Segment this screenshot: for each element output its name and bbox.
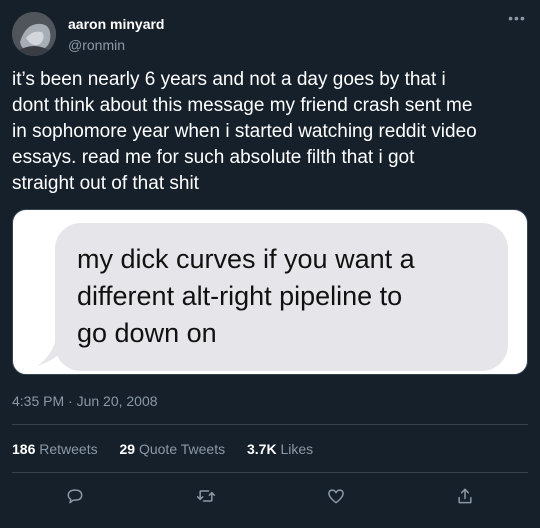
tweet-card: aaron minyard @ronmin ••• it’s been near…	[0, 0, 540, 528]
avatar[interactable]	[12, 12, 56, 56]
likes-label: Likes	[280, 441, 314, 457]
quote-tweets-label: Quote Tweets	[138, 441, 226, 457]
tweet-header: aaron minyard @ronmin •••	[12, 11, 528, 56]
retweet-icon[interactable]	[194, 484, 218, 508]
tweet-timestamp[interactable]: 4:35 PM · Jun 20, 2008	[12, 392, 158, 410]
like-icon[interactable]	[324, 484, 348, 508]
share-icon[interactable]	[453, 484, 477, 508]
more-options-icon[interactable]: •••	[506, 11, 528, 30]
tweet-text: it’s been nearly 6 years and not a day g…	[12, 69, 477, 194]
display-name[interactable]: aaron minyard	[68, 15, 164, 33]
message-bubble-text: my dick curves if you want a different a…	[77, 244, 415, 348]
likes-count: 3.7K	[247, 441, 277, 457]
divider	[12, 424, 528, 425]
divider	[12, 472, 528, 473]
tweet-actions	[0, 484, 540, 508]
quote-tweets-stat[interactable]: 29 Quote Tweets	[120, 440, 226, 458]
retweets-count: 186	[12, 441, 36, 457]
likes-stat[interactable]: 3.7K Likes	[247, 440, 313, 458]
reply-icon[interactable]	[63, 484, 87, 508]
author-names: aaron minyard @ronmin	[68, 15, 164, 54]
handle[interactable]: @ronmin	[68, 36, 164, 54]
retweets-label: Retweets	[39, 441, 98, 457]
tweet-stats: 186 Retweets 29 Quote Tweets 3.7K Likes	[12, 440, 331, 458]
message-bubble: my dick curves if you want a different a…	[55, 223, 508, 371]
retweets-stat[interactable]: 186 Retweets	[12, 440, 98, 458]
tweet-image[interactable]: my dick curves if you want a different a…	[12, 209, 528, 375]
quote-tweets-count: 29	[119, 441, 136, 457]
